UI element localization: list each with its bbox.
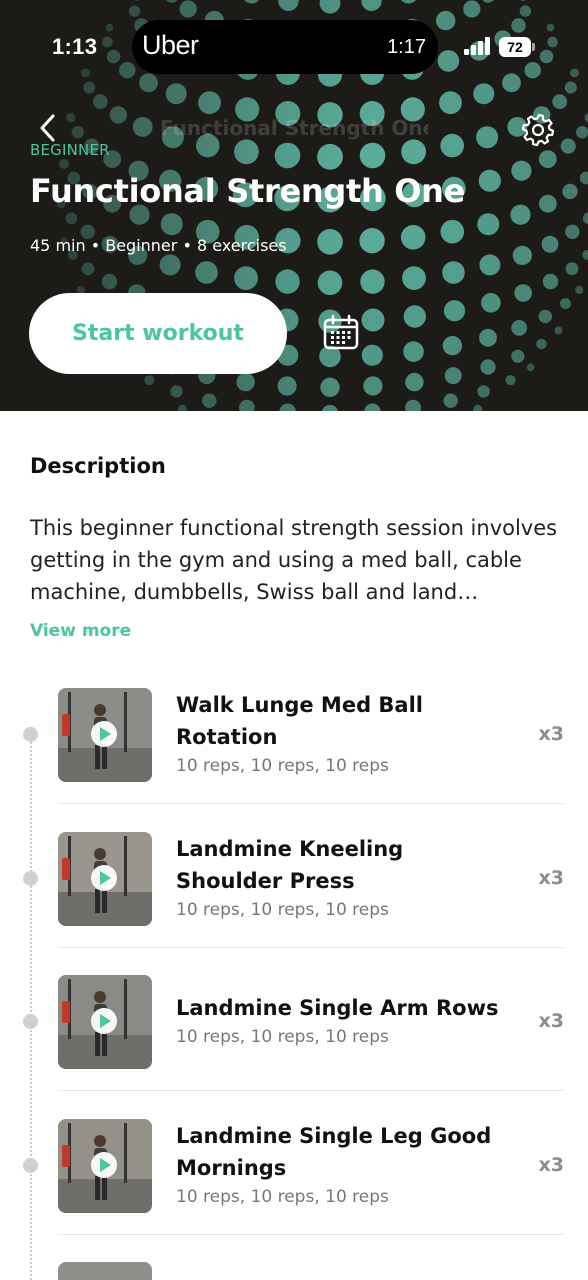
exercise-name: Landmine Kneeling Shoulder Press [176,837,404,893]
exercise-thumbnail[interactable] [58,832,152,926]
description-heading: Description [30,454,166,478]
exercise-thumbnail-image [58,1119,152,1213]
uber-logo: Uber [142,30,199,60]
chevron-left-icon [40,114,55,142]
timeline-dot [23,1158,38,1173]
timeline-dot [23,1014,38,1029]
calendar-icon [323,314,359,350]
exercise-name: Walk Lunge Med Ball Rotation [176,693,423,749]
exercise-sets: x3 [538,1010,564,1032]
exercise-name: Landmine Single Arm Rows [176,996,499,1020]
island-timer: 1:17 [387,36,426,58]
timeline-dot [23,871,38,886]
level-label: BEGINNER [30,141,110,159]
schedule-button[interactable] [322,314,360,352]
exercise-reps: 10 reps, 10 reps, 10 reps [176,1187,389,1207]
battery-icon: 72 [499,37,535,57]
status-bar: 1:13 Uber 1:17 72 [0,0,588,96]
exercise-thumbnail-image [58,832,152,926]
settings-button[interactable] [520,112,556,148]
exercise-sets: x3 [538,867,564,889]
divider [58,1090,564,1091]
exercise-reps: 10 reps, 10 reps, 10 reps [176,900,389,920]
dynamic-island[interactable]: Uber 1:17 [132,20,438,74]
start-workout-button[interactable]: Start workout [29,293,287,374]
workout-meta: 45 min • Beginner • 8 exercises [30,236,287,255]
exercise-name: Landmine Single Leg Good Mornings [176,1124,492,1180]
divider [58,947,564,948]
exercise-item[interactable]: Landmine Kneeling Shoulder Press 10 reps… [0,827,588,971]
timeline-dot [23,727,38,742]
exercise-item[interactable]: Landmine Single Leg Good Mornings 10 rep… [0,1114,588,1258]
workout-title: Functional Strength One [30,172,466,210]
status-time: 1:13 [52,34,98,59]
exercise-thumbnail-image [58,975,152,1069]
signal-icon [464,37,492,55]
divider [58,803,564,804]
exercise-item[interactable]: Landmine Single Arm Rows 10 reps, 10 rep… [0,970,588,1114]
exercise-thumbnail[interactable] [58,975,152,1069]
workout-hero: 1:13 Uber 1:17 72 Functional Strength On… [0,0,588,411]
exercise-item[interactable]: Walk Lunge Med Ball Rotation 10 reps, 10… [0,683,588,827]
exercise-thumbnail-partial[interactable] [58,1262,152,1280]
exercise-reps: 10 reps, 10 reps, 10 reps [176,756,389,776]
description-text: This beginner functional strength sessio… [30,516,558,604]
exercise-thumbnail[interactable] [58,688,152,782]
header-title: Functional Strength One [160,116,428,140]
battery-level: 72 [499,37,531,57]
divider [58,1234,564,1235]
exercise-thumbnail-image [58,688,152,782]
exercise-thumbnail[interactable] [58,1119,152,1213]
gear-icon [521,113,555,147]
back-button[interactable] [34,112,64,144]
exercise-sets: x3 [538,723,564,745]
exercise-sets: x3 [538,1154,564,1176]
exercise-reps: 10 reps, 10 reps, 10 reps [176,1027,389,1047]
view-more-link[interactable]: View more [30,621,131,641]
